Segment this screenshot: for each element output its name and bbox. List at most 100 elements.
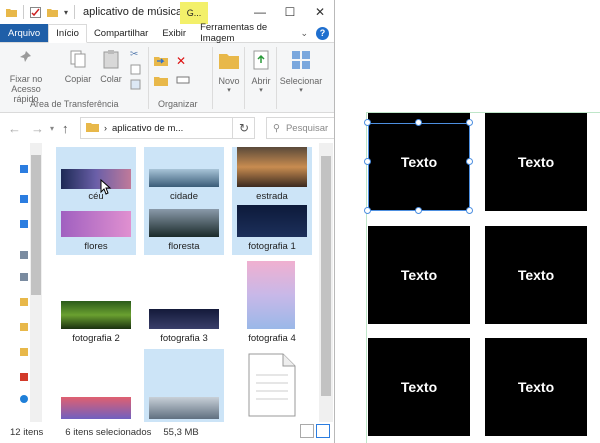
text-tile[interactable]: Texto xyxy=(485,113,587,211)
design-canvas[interactable]: Texto Texto Texto Texto Texto Texto xyxy=(336,0,600,443)
large-icons-view-icon[interactable] xyxy=(316,424,330,438)
divider xyxy=(148,47,149,109)
open-icon xyxy=(248,49,274,73)
up-arrow-icon[interactable]: ↑ xyxy=(62,121,69,136)
select-button[interactable]: Selecionar ▾ xyxy=(279,49,323,96)
back-arrow-icon[interactable]: ← xyxy=(8,121,21,136)
documents-icon[interactable] xyxy=(20,251,28,259)
pin-quick-access-button[interactable]: Fixar no Acesso rápido xyxy=(4,49,48,104)
tab-arquivo[interactable]: Arquivo xyxy=(0,24,49,42)
close-button[interactable]: ✕ xyxy=(305,0,334,24)
divider xyxy=(212,47,213,109)
cut-icon[interactable]: ✂ xyxy=(130,49,144,64)
context-tab-label[interactable]: G... xyxy=(180,2,208,24)
nav-scrollbar-thumb[interactable] xyxy=(31,155,41,295)
pin-icon xyxy=(4,49,48,71)
resize-handle[interactable] xyxy=(415,207,422,214)
quick-access-star-icon[interactable] xyxy=(20,165,28,173)
folder-icon xyxy=(86,121,99,135)
new-button[interactable]: Novo ▾ xyxy=(216,49,242,96)
file-item-fotografia-1[interactable]: fotografia 1 xyxy=(232,203,312,255)
text-tile[interactable]: Texto xyxy=(485,226,587,324)
tab-ferramentas-de-imagem[interactable]: Ferramentas de Imagem xyxy=(193,22,300,44)
refresh-icon[interactable]: ↻ xyxy=(232,117,255,139)
tab-compartilhar[interactable]: Compartilhar xyxy=(87,24,155,42)
folder-icon[interactable] xyxy=(20,323,28,331)
select-grid-icon xyxy=(279,49,323,73)
selected-size: 55,3 MB xyxy=(163,427,199,438)
copy-to-icon[interactable] xyxy=(154,73,168,90)
file-item-flores[interactable]: flores xyxy=(56,203,136,255)
maximize-button[interactable]: ☐ xyxy=(275,0,305,24)
delete-icon[interactable]: ✕ xyxy=(176,54,186,68)
image-thumbnail xyxy=(61,301,131,329)
address-bar[interactable]: › aplicativo de m... xyxy=(80,117,255,139)
group-clipboard-label: Área de Transferência xyxy=(30,99,119,109)
file-item-floresta[interactable]: floresta xyxy=(144,203,224,255)
paste-shortcut-icon[interactable] xyxy=(130,79,144,94)
ribbon: Fixar no Acesso rápido Copiar Colar ✂ Ár… xyxy=(0,43,334,113)
file-item[interactable] xyxy=(232,349,312,422)
recent-dropdown-icon[interactable]: ▾ xyxy=(50,124,54,133)
chevron-down-icon: ▾ xyxy=(299,87,303,94)
folder-icon[interactable] xyxy=(6,7,17,18)
chevron-down-icon: ▾ xyxy=(227,87,231,94)
forward-arrow-icon[interactable]: → xyxy=(31,121,44,136)
move-to-icon[interactable] xyxy=(154,53,168,70)
resize-handle[interactable] xyxy=(364,158,371,165)
onedrive-icon[interactable] xyxy=(20,395,28,403)
text-tile[interactable]: Texto xyxy=(368,226,470,324)
window-title: aplicativo de música xyxy=(83,6,183,18)
paste-button[interactable]: Colar xyxy=(96,49,126,84)
paste-icon xyxy=(96,49,126,71)
image-thumbnail xyxy=(149,397,219,419)
tab-exibir[interactable]: Exibir xyxy=(155,24,193,42)
resize-handle[interactable] xyxy=(466,207,473,214)
ribbon-tabs: Arquivo Início Compartilhar Exibir Ferra… xyxy=(0,22,334,44)
file-item-fotografia-4[interactable]: fotografia 4 xyxy=(232,257,312,347)
folder-icon[interactable] xyxy=(20,348,28,356)
resize-handle[interactable] xyxy=(466,119,473,126)
copy-path-icon[interactable] xyxy=(130,64,144,79)
select-label: Selecionar xyxy=(279,76,323,86)
expand-ribbon-icon[interactable]: ⌄ xyxy=(300,28,308,39)
file-name: céu xyxy=(88,191,104,202)
file-name: floresta xyxy=(168,241,200,252)
file-item[interactable] xyxy=(144,349,224,422)
tab-inicio[interactable]: Início xyxy=(48,24,87,43)
text-tile[interactable]: Texto xyxy=(485,338,587,436)
resize-handle[interactable] xyxy=(466,158,473,165)
file-item[interactable] xyxy=(56,349,136,422)
file-item-fotografia-2[interactable]: fotografia 2 xyxy=(56,257,136,347)
title-bar: ▾ aplicativo de música G... — ☐ ✕ xyxy=(0,0,334,24)
minimize-button[interactable]: — xyxy=(245,0,275,24)
new-folder-icon[interactable] xyxy=(47,7,58,18)
pictures-icon[interactable] xyxy=(20,273,28,281)
customize-dropdown-icon[interactable]: ▾ xyxy=(64,8,68,17)
file-list-scrollbar-thumb[interactable] xyxy=(321,156,331,396)
folder-icon[interactable] xyxy=(20,298,28,306)
file-explorer-window: ▾ aplicativo de música G... — ☐ ✕ Arquiv… xyxy=(0,0,335,443)
image-thumbnail xyxy=(149,209,219,237)
selected-count: 6 itens selecionados xyxy=(65,427,152,438)
downloads-icon[interactable] xyxy=(20,220,28,228)
rename-icon[interactable] xyxy=(176,73,190,90)
text-tile[interactable]: Texto xyxy=(368,338,470,436)
resize-handle[interactable] xyxy=(415,119,422,126)
desktop-icon[interactable] xyxy=(20,195,28,203)
details-view-icon[interactable] xyxy=(300,424,314,438)
copy-button[interactable]: Copiar xyxy=(62,49,94,84)
chevron-down-icon: ▾ xyxy=(259,87,263,94)
resize-handle[interactable] xyxy=(364,119,371,126)
file-item-fotografia-3[interactable]: fotografia 3 xyxy=(144,257,224,347)
divider xyxy=(276,47,277,109)
properties-check-icon[interactable] xyxy=(30,6,41,18)
breadcrumb[interactable]: aplicativo de m... xyxy=(112,123,183,134)
open-button[interactable]: Abrir ▾ xyxy=(248,49,274,96)
resize-handle[interactable] xyxy=(364,207,371,214)
help-icon[interactable]: ? xyxy=(316,26,329,40)
status-bar: 12 itens 6 itens selecionados 55,3 MB xyxy=(0,422,334,443)
search-input[interactable]: ⚲ Pesquisar xyxy=(266,117,334,139)
creative-cloud-icon[interactable] xyxy=(20,373,28,381)
image-thumbnail xyxy=(149,169,219,187)
